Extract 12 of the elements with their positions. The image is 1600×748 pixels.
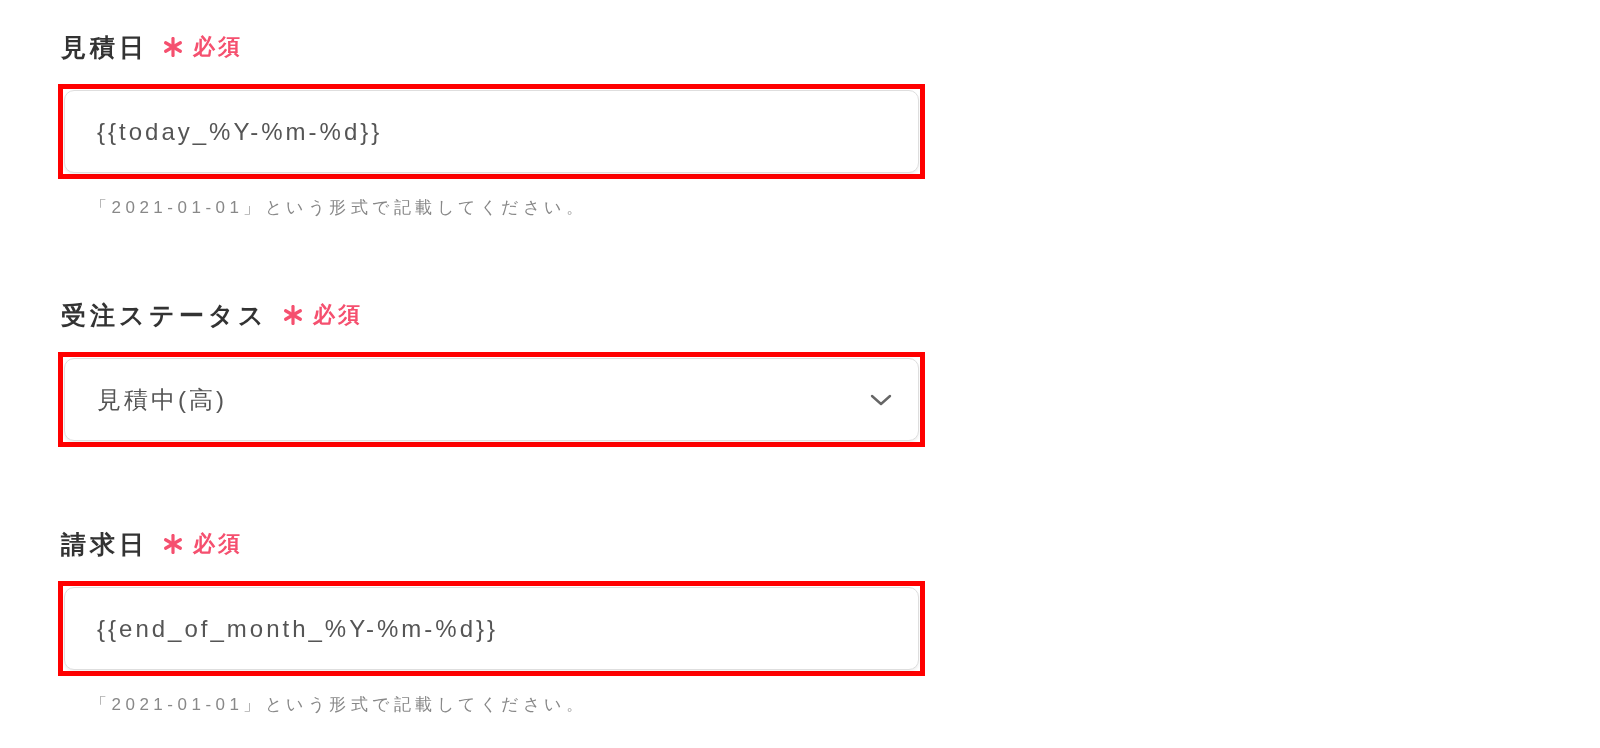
- hint-text: 「2021-01-01」という形式で記載してください。: [90, 695, 588, 715]
- field-label: 受注ステータス: [61, 300, 268, 330]
- required-label: 必須: [193, 33, 243, 61]
- chevron-down-icon: [870, 393, 892, 406]
- field-label: 見積日: [61, 32, 148, 62]
- status-select[interactable]: 見積中(高): [64, 358, 919, 441]
- hint-text: 「2021-01-01」という形式で記載してください。: [90, 198, 588, 218]
- text-input[interactable]: {{today_%Y-%m-%d}}: [64, 90, 919, 173]
- field-label: 請求日: [61, 529, 148, 559]
- required-label: 必須: [193, 530, 243, 558]
- text-input[interactable]: {{end_of_month_%Y-%m-%d}}: [64, 587, 919, 670]
- required-label: 必須: [313, 301, 363, 329]
